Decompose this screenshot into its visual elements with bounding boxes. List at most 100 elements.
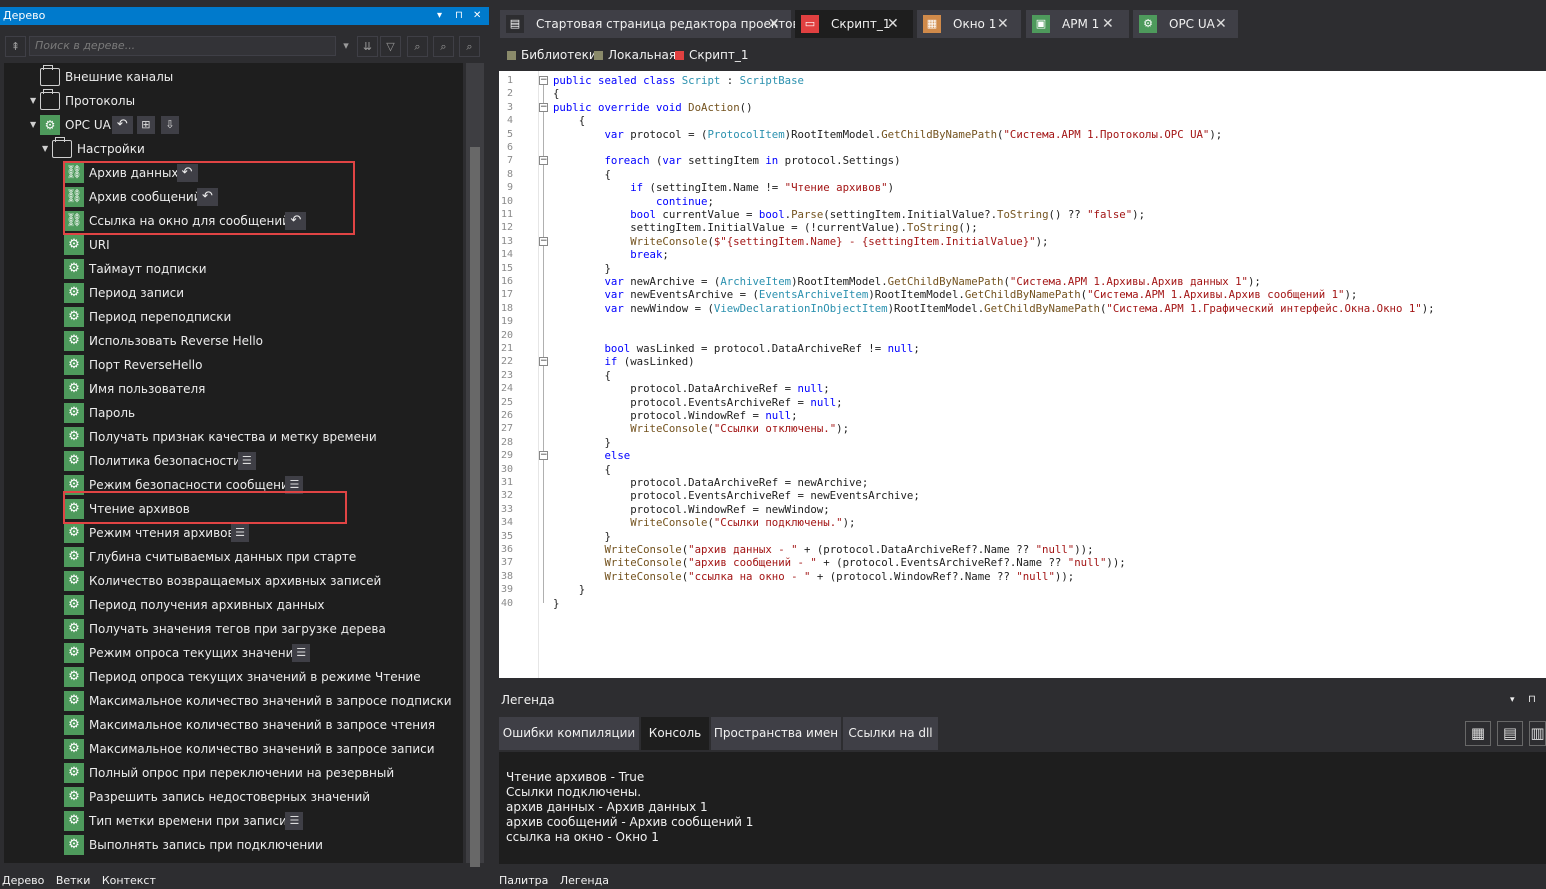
list-value-icon[interactable]: ☰ (237, 452, 256, 470)
line-number: 38 (500, 570, 513, 582)
gear-icon: ⚙ (64, 523, 84, 543)
tree-item[interactable]: ⚙ Период записи (4, 281, 463, 305)
close-icon[interactable]: ✕ (473, 7, 481, 25)
pin-icon[interactable]: ⊓ (1528, 690, 1536, 710)
breadcrumb-local[interactable]: Локальная (594, 43, 676, 67)
panel-splitter[interactable] (489, 0, 497, 889)
tab-opc-ua[interactable]: ⚙ OPC UA ✕ (1133, 10, 1238, 38)
tree-item[interactable]: ▼ ⚙ OPC UA ↶ ⊞ ⇩ (4, 113, 463, 137)
find-next-icon[interactable]: ⌕ (433, 36, 454, 57)
right-bottom-tabs: Палитра Легенда (497, 872, 1546, 889)
tree-item[interactable]: ⚙ Период переподписки (4, 305, 463, 329)
tree-item[interactable]: ⚙ Максимальное количество значений в запр… (4, 737, 463, 761)
grid-view-icon[interactable]: ▦ (1465, 721, 1491, 746)
close-icon[interactable]: ✕ (1215, 10, 1227, 38)
columns-view-icon[interactable]: ▥ (1529, 721, 1546, 746)
close-icon[interactable]: ✕ (1102, 10, 1114, 38)
tab-context[interactable]: Контекст (102, 874, 156, 887)
expand-arrow-icon[interactable]: ▼ (30, 89, 36, 113)
close-icon[interactable]: ✕ (997, 10, 1009, 38)
close-icon[interactable]: ✕ (887, 10, 899, 38)
tab-script[interactable]: ▭ Скрипт_1 ✕ (795, 10, 913, 38)
list-value-icon[interactable]: ☰ (292, 644, 311, 662)
expand-arrow-icon[interactable]: ▼ (30, 113, 36, 137)
list-value-icon[interactable]: ☰ (231, 524, 249, 542)
tab-compile-errors[interactable]: Ошибки компиляции (499, 717, 640, 750)
export-icon[interactable]: ⇩ (160, 116, 179, 134)
tab-palette[interactable]: Палитра (499, 874, 548, 887)
tree-item[interactable]: Внешние каналы (4, 65, 463, 89)
tab-namespaces[interactable]: Пространства имен (711, 717, 842, 750)
tree-item[interactable]: ⚙ Порт ReverseHello (4, 353, 463, 377)
tree-item[interactable]: ⚙ Максимальное количество значений в запр… (4, 689, 463, 713)
tab-branches[interactable]: Ветки (56, 874, 91, 887)
fold-toggle-icon[interactable]: − (539, 102, 548, 112)
tree-search-input[interactable]: Поиск в дереве... (29, 36, 336, 56)
tree-item[interactable]: ▼ Настройки (4, 137, 463, 161)
code-line: } (553, 435, 611, 449)
tab-legend[interactable]: Легенда (560, 874, 609, 887)
fold-toggle-icon[interactable]: − (539, 236, 548, 246)
legend-panel-header: Легенда ▾ ⊓ (497, 690, 1546, 710)
fold-toggle-icon[interactable]: − (539, 76, 548, 85)
tree-item[interactable]: ⚙ Максимальное количество значений в запр… (4, 713, 463, 737)
tree-item[interactable]: ⚙ Период получения архивных данных (4, 593, 463, 617)
tree-item[interactable]: ⚙ Получать признак качества и метку време… (4, 425, 463, 449)
tab-start-page[interactable]: ▤ Стартовая страница редактора проектов … (500, 10, 800, 38)
tree-item[interactable]: ⚙ Пароль (4, 401, 463, 425)
tree-item[interactable]: ⚙ Таймаут подписки (4, 257, 463, 281)
panel-menu-icon[interactable]: ▾ (437, 7, 442, 25)
fold-toggle-icon[interactable]: − (539, 357, 548, 367)
tree-item[interactable]: ⚙ Режим опроса текущих значений ☰ (4, 641, 463, 665)
tab-workstation[interactable]: ▣ АРМ 1 ✕ (1026, 10, 1129, 38)
sort-icon[interactable]: ⇊ (357, 36, 378, 57)
panel-menu-icon[interactable]: ▾ (1510, 690, 1515, 710)
legend-tab-bar: Ошибки компиляции Консоль Пространства и… (499, 717, 1546, 750)
search-dropdown-icon[interactable]: ▾ (337, 36, 355, 57)
code-line: WriteConsole("ссылка на окно - " + (prot… (604, 569, 1075, 583)
fold-toggle-icon[interactable]: − (539, 156, 548, 166)
tab-tree[interactable]: Дерево (2, 874, 44, 887)
pin-icon[interactable]: ⊓ (455, 7, 463, 25)
breadcrumb-script[interactable]: Скрипт_1 (675, 43, 749, 67)
table-view-icon[interactable]: ▤ (1497, 721, 1523, 746)
collapse-tree-icon[interactable]: ⇞ (5, 36, 26, 57)
line-number: 14 (500, 249, 513, 261)
code-line: } (553, 261, 611, 275)
tab-dll-references[interactable]: Ссылки на dll (843, 717, 939, 750)
tab-console[interactable]: Консоль (641, 717, 710, 750)
breadcrumb-libraries[interactable]: Библиотеки (507, 43, 597, 67)
tree-item[interactable]: ▼ Протоколы (4, 89, 463, 113)
tree-scrollbar-thumb[interactable] (470, 147, 480, 867)
tree-item[interactable]: ⚙ Период опроса текущих значений в режиме… (4, 665, 463, 689)
find-all-icon[interactable]: ⌕ (459, 36, 480, 57)
tree-item[interactable]: ⚙ Полный опрос при переключении на резерв… (4, 761, 463, 785)
tree-item[interactable]: ⚙ Использовать Reverse Hello (4, 329, 463, 353)
list-value-icon[interactable]: ☰ (285, 812, 304, 830)
tree-item[interactable]: ⚙ URI (4, 233, 463, 257)
import-icon[interactable]: ⊞ (136, 116, 155, 134)
fold-toggle-icon[interactable]: − (539, 451, 548, 461)
code-line: protocol.DataArchiveRef = null; (553, 382, 830, 396)
tree-item[interactable]: ⚙ Выполнять запись при подключении (4, 833, 463, 857)
filter-icon[interactable]: ▽ (380, 36, 401, 57)
line-number: 3 (506, 101, 513, 113)
gear-icon: ⚙ (64, 715, 84, 735)
find-icon[interactable]: ⌕ (407, 36, 428, 57)
tree-item[interactable]: ⚙ Количество возвращаемых архивных записе… (4, 569, 463, 593)
code-editor[interactable]: 1 2 3 4 5 6 7 8 9 10 11 12 13 14 15 16 17 18 19 20 21 22 23 24 2… (499, 71, 1546, 678)
close-icon[interactable]: ✕ (768, 10, 780, 38)
reset-link-icon[interactable]: ↶ (111, 116, 133, 134)
tree-item[interactable]: ⚙ Тип метки времени при записи ☰ (4, 809, 463, 833)
tree-item[interactable]: ⚙ Политика безопасности ☰ (4, 449, 463, 473)
tree-item[interactable]: ⚙ Получать значения тегов при загрузке де… (4, 617, 463, 641)
tree-item[interactable]: ⚙ Имя пользователя (4, 377, 463, 401)
tree-item[interactable]: ⚙ Режим чтения архивов ☰ (4, 521, 463, 545)
tree-item-label: Период получения архивных данных (89, 598, 325, 612)
tree-item[interactable]: ⚙ Разрешить запись недостоверных значений (4, 785, 463, 809)
tab-window[interactable]: ▦ Окно 1 ✕ (917, 10, 1021, 38)
tree-item-label: Имя пользователя (89, 382, 206, 396)
tree-item[interactable]: ⚙ Глубина считываемых данных при старте (4, 545, 463, 569)
expand-arrow-icon[interactable]: ▼ (42, 137, 48, 161)
tree-scrollbar[interactable] (466, 63, 484, 867)
